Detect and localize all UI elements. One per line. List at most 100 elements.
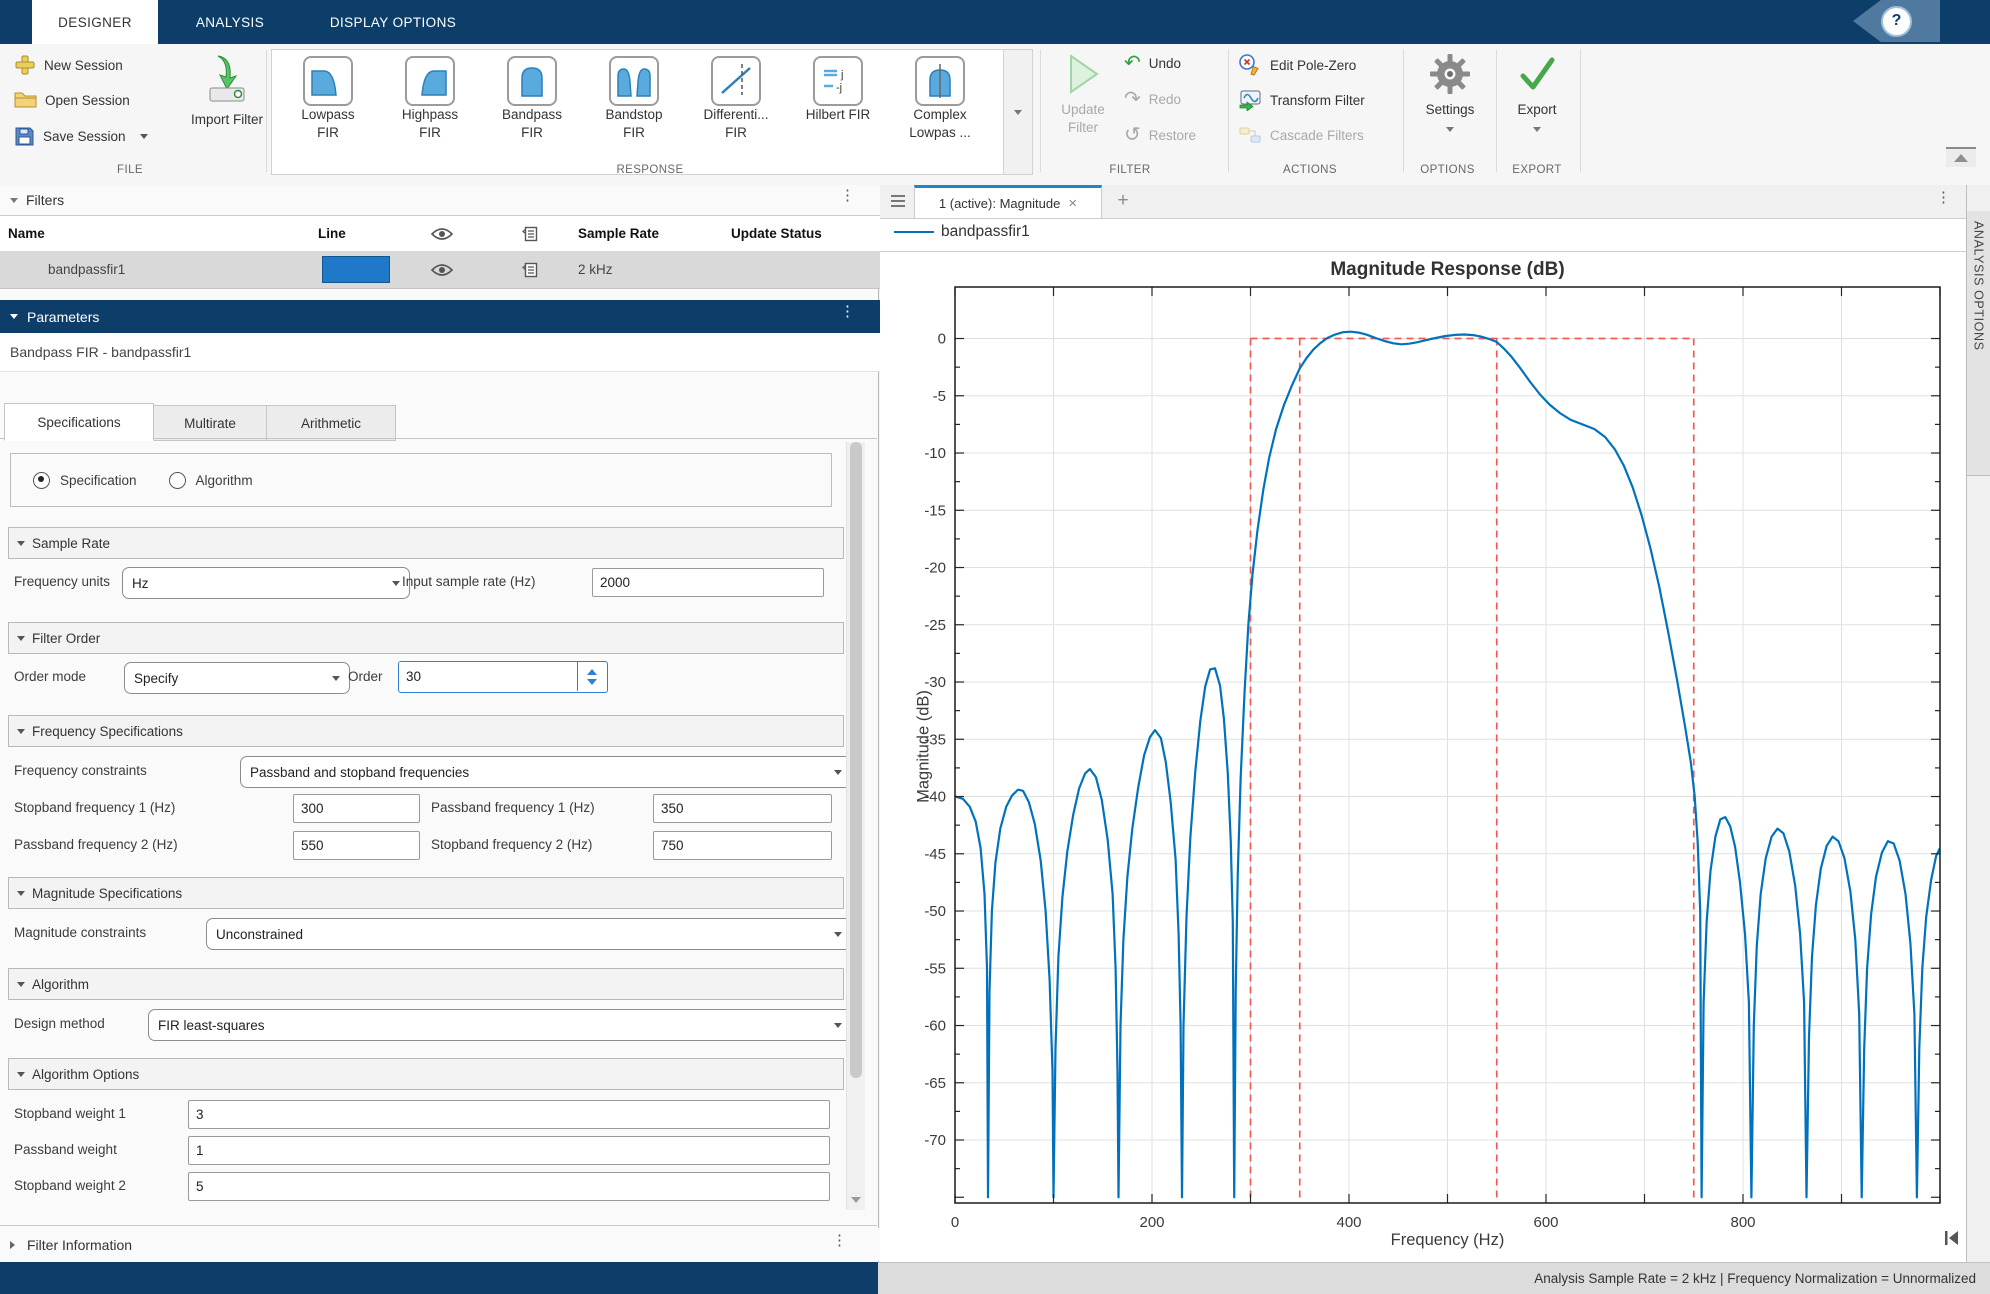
svg-text:800: 800 <box>1730 1214 1755 1231</box>
stopband-weight-2-field[interactable] <box>188 1172 830 1201</box>
section-frequency-specifications[interactable]: Frequency Specifications <box>8 715 844 747</box>
section-filter-order[interactable]: Filter Order <box>8 622 844 654</box>
filter-row-sample-rate[interactable]: 2 kHz <box>570 251 724 289</box>
chevron-down-icon <box>332 676 340 681</box>
parameters-scrollbar[interactable] <box>846 442 865 1210</box>
magnitude-constraints-dropdown[interactable]: Unconstrained <box>206 918 852 950</box>
section-magnitude-specifications[interactable]: Magnitude Specifications <box>8 877 844 909</box>
tab-display-options[interactable]: DISPLAY OPTIONS <box>300 0 486 44</box>
chevron-down-icon <box>392 581 400 586</box>
plot-tab-magnitude[interactable]: 1 (active): Magnitude × <box>914 185 1102 218</box>
response-bandpass-fir[interactable]: BandpassFIR <box>482 56 582 142</box>
filters-menu-button[interactable]: ⋮ <box>840 193 855 198</box>
import-filter-button[interactable]: Import Filter <box>190 54 264 129</box>
tab-arithmetic[interactable]: Arithmetic <box>266 405 396 441</box>
filter-row-name[interactable]: bandpassfir1 <box>0 251 351 289</box>
response-hilbert-fir[interactable]: j-j Hilbert FIR <box>788 56 888 124</box>
response-highpass-fir[interactable]: HighpassFIR <box>380 56 480 142</box>
stopband-frequency-1-field[interactable] <box>293 794 420 823</box>
input-sample-rate-field[interactable] <box>592 568 824 597</box>
filter-designer-app: DESIGNER ANALYSIS DISPLAY OPTIONS ? New … <box>0 0 1990 1294</box>
response-differentiator-fir[interactable]: Differenti...FIR <box>686 56 786 142</box>
tab-list-icon[interactable] <box>890 194 906 208</box>
stopband-frequency-2-label: Stopband frequency 2 (Hz) <box>431 837 592 852</box>
column-header-line[interactable]: Line <box>310 215 395 252</box>
section-algorithm-options[interactable]: Algorithm Options <box>8 1058 844 1090</box>
edit-pole-zero-button[interactable]: Edit Pole-Zero <box>1238 53 1356 77</box>
undo-button[interactable]: ↶ Undo <box>1124 53 1181 73</box>
restore-button[interactable]: ↺ Restore <box>1124 125 1196 145</box>
order-field[interactable] <box>399 662 569 690</box>
svg-text:-70: -70 <box>924 1132 946 1149</box>
filter-row-info[interactable] <box>482 251 571 289</box>
collapse-icon <box>17 891 25 896</box>
cascade-filters-button[interactable]: Cascade Filters <box>1238 125 1364 145</box>
frequency-units-dropdown[interactable]: Hz <box>122 567 410 599</box>
line-color-swatch[interactable] <box>322 256 390 283</box>
frequency-constraints-dropdown[interactable]: Passband and stopband frequencies <box>240 756 852 788</box>
column-header-name[interactable]: Name <box>0 215 311 252</box>
magnitude-response-chart[interactable]: 02004006008000-5-10-15-20-25-30-35-40-45… <box>955 287 1940 1203</box>
column-header-sample-rate[interactable]: Sample Rate <box>570 215 724 252</box>
parameters-menu-button[interactable]: ⋮ <box>840 309 855 314</box>
stopband-frequency-2-field[interactable] <box>653 831 832 860</box>
close-icon[interactable]: × <box>1068 195 1077 212</box>
ribbon: New Session Open Session Save Session Im… <box>0 44 1990 186</box>
spinner-down-icon[interactable] <box>587 679 597 685</box>
passband-weight-field[interactable] <box>188 1136 830 1165</box>
scrollbar-thumb[interactable] <box>850 442 862 1078</box>
filter-row-update-status[interactable] <box>723 251 885 289</box>
tab-specifications[interactable]: Specifications <box>4 403 154 441</box>
design-method-dropdown[interactable]: FIR least-squares <box>148 1009 852 1041</box>
svg-text:-5: -5 <box>933 388 946 405</box>
filter-row-line[interactable] <box>310 251 395 289</box>
tab-multirate[interactable]: Multirate <box>152 405 268 441</box>
new-session-button[interactable]: New Session <box>14 54 123 76</box>
stopband-weight-1-field[interactable] <box>188 1100 830 1129</box>
collapse-icon[interactable] <box>10 198 18 203</box>
response-complex-lowpass-fir[interactable]: ComplexLowpas ... <box>890 56 990 142</box>
filter-row-visible[interactable] <box>394 251 483 289</box>
y-axis-label: Magnitude (dB) <box>915 657 934 837</box>
algorithm-radio[interactable] <box>169 472 186 489</box>
differentiator-icon <box>711 56 761 106</box>
hilbert-icon: j-j <box>813 56 863 106</box>
plot-panel-menu-button[interactable]: ⋮ <box>1936 195 1951 200</box>
column-header-update-status[interactable]: Update Status <box>723 215 885 252</box>
transform-filter-button[interactable]: Transform Filter <box>1238 89 1365 111</box>
passband-frequency-2-field[interactable] <box>293 831 420 860</box>
collapse-icon[interactable] <box>10 314 18 319</box>
response-lowpass-fir[interactable]: LowpassFIR <box>278 56 378 142</box>
section-algorithm[interactable]: Algorithm <box>8 968 844 1000</box>
spinner-up-icon[interactable] <box>587 669 597 675</box>
order-mode-dropdown[interactable]: Specify <box>124 662 350 694</box>
export-button[interactable]: Export <box>1500 52 1574 137</box>
tab-analysis[interactable]: ANALYSIS <box>172 0 288 44</box>
analysis-options-tab[interactable]: ANALYSIS OPTIONS <box>1967 211 1990 476</box>
check-icon <box>1515 52 1559 96</box>
chevron-down-icon[interactable] <box>140 134 148 139</box>
redo-button[interactable]: ↷ Redo <box>1124 89 1181 109</box>
passband-frequency-1-field[interactable] <box>653 794 832 823</box>
collapse-ribbon-button[interactable] <box>1946 147 1976 167</box>
gallery-expand-button[interactable] <box>1003 49 1033 175</box>
section-sample-rate[interactable]: Sample Rate <box>8 527 844 559</box>
specification-radio[interactable] <box>33 472 50 489</box>
response-bandstop-fir[interactable]: BandstopFIR <box>584 56 684 142</box>
help-button[interactable]: ? <box>1881 6 1912 37</box>
skip-to-start-icon[interactable] <box>1942 1229 1960 1247</box>
scrollbar-down-icon[interactable] <box>851 1190 861 1208</box>
order-spinner[interactable] <box>398 661 608 693</box>
tab-designer[interactable]: DESIGNER <box>32 0 158 44</box>
filter-information-header[interactable]: Filter Information ⋮ <box>0 1228 887 1261</box>
filter-information-menu-button[interactable]: ⋮ <box>832 1238 847 1243</box>
column-header-info[interactable] <box>482 215 571 252</box>
add-tab-button[interactable]: + <box>1110 188 1136 214</box>
plus-icon <box>14 54 36 76</box>
save-session-button[interactable]: Save Session <box>14 126 148 147</box>
update-filter-button[interactable]: Update Filter <box>1050 52 1116 137</box>
open-session-button[interactable]: Open Session <box>14 90 130 110</box>
undo-icon: ↶ <box>1124 53 1141 73</box>
settings-button[interactable]: Settings <box>1410 52 1490 137</box>
column-header-visible[interactable] <box>394 215 483 252</box>
